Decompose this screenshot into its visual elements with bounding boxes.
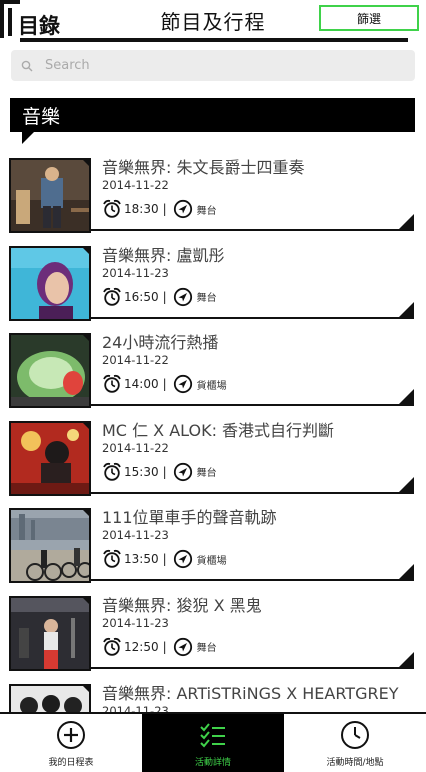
event-date: 2014-11-22: [102, 440, 169, 455]
nav-event-time-place[interactable]: 活動時間/地點: [284, 714, 426, 772]
event-item[interactable]: 音樂無界: 盧凱彤 2014-11-23 16:50 | 舞台: [0, 238, 426, 326]
event-title: 音樂無界: 狻猊 X 黑鬼: [102, 595, 262, 615]
section-title: 音樂: [22, 106, 61, 128]
list-check-icon: [200, 723, 225, 748]
meta-separator: |: [162, 289, 167, 304]
event-venue: 貨櫃場: [196, 555, 227, 567]
search-input[interactable]: [45, 58, 385, 73]
nav-label: 活動詳情: [194, 758, 231, 768]
event-meta: 12:50 | 舞台: [102, 636, 217, 658]
event-thumbnail: [9, 158, 91, 233]
event-venue: 舞台: [196, 643, 217, 655]
app-screen: 目錄 節目及行程 篩選 音樂 音樂無界: 朱文長爵士四重奏2014-11-221…: [0, 0, 426, 772]
nav-event-details[interactable]: 活動詳情: [142, 714, 284, 772]
alarm-clock-icon: [103, 462, 121, 481]
event-item[interactable]: 音樂無界: 朱文長爵士四重奏 2014-11-22 18:30 | 舞台: [0, 150, 426, 238]
event-thumbnail: [9, 245, 91, 321]
item-divider: [91, 229, 414, 231]
event-venue: 舞台: [196, 205, 217, 217]
event-thumbnail: [9, 333, 91, 409]
event-date: 2014-11-23: [102, 528, 169, 543]
filter-button[interactable]: 篩選: [319, 5, 419, 31]
event-meta: 13:50 | 貨櫃場: [102, 548, 227, 570]
section-tail: [22, 132, 34, 144]
event-time: 15:30: [124, 464, 159, 479]
event-thumbnail: [9, 420, 91, 496]
meta-separator: |: [162, 552, 167, 567]
event-thumbnail: [9, 595, 91, 671]
item-divider: [91, 404, 414, 407]
event-venue: 舞台: [196, 293, 217, 305]
item-divider: [91, 666, 414, 669]
location-arrow-icon: [173, 550, 192, 569]
event-item[interactable]: 音樂無界: ARTiSTRiNGS X HEARTGREY 2014-11-23: [0, 676, 426, 712]
event-item[interactable]: 音樂無界: 狻猊 X 黑鬼 2014-11-23 12:50 | 舞台: [0, 588, 426, 676]
corner-triangle-icon: [398, 476, 414, 493]
event-title: 24小時流行熱播: [102, 333, 219, 353]
event-list[interactable]: 音樂無界: 朱文長爵士四重奏 2014-11-22 18:30 | 舞台 音樂無界: 盧凱…: [0, 150, 426, 712]
event-venue: 舞台: [196, 468, 217, 480]
event-date: 2014-11-23: [102, 703, 169, 712]
header-bar: 目錄 節目及行程 篩選: [0, 0, 426, 46]
event-item[interactable]: 111位單車手的聲音軌跡 2014-11-23 13:50 | 貨櫃場: [0, 500, 426, 588]
search-bar[interactable]: [11, 50, 415, 81]
corner-triangle-icon: [398, 564, 414, 581]
meta-separator: |: [162, 639, 167, 654]
event-date: 2014-11-22: [102, 353, 169, 368]
location-arrow-icon: [173, 462, 192, 481]
event-meta: 14:00 | 貨櫃場: [102, 373, 227, 395]
event-thumbnail: [9, 683, 91, 712]
event-time: 12:50: [124, 639, 159, 654]
bottom-nav: 我的日程表 活動詳情 活動時間/地點: [0, 712, 426, 772]
event-date: 2014-11-23: [102, 265, 169, 280]
alarm-clock-icon: [103, 375, 121, 393]
event-time: 18:30: [124, 202, 159, 216]
event-time: 16:50: [124, 289, 159, 304]
item-divider: [91, 316, 414, 319]
alarm-clock-icon: [103, 199, 121, 218]
event-meta: 16:50 | 舞台: [102, 286, 217, 308]
section-header: 音樂: [10, 98, 415, 132]
search-icon: [21, 60, 33, 71]
nav-my-schedule[interactable]: 我的日程表: [0, 714, 142, 772]
event-item[interactable]: MC 仁 X ALOK: 香港式自行判斷 2014-11-22 15:30 | 舞台: [0, 413, 426, 501]
corner-triangle-icon: [398, 301, 414, 318]
item-divider: [91, 579, 414, 582]
event-meta: 15:30 | 舞台: [102, 461, 217, 483]
corner-triangle-icon: [398, 651, 414, 668]
corner-triangle-icon: [398, 389, 414, 406]
meta-separator: |: [162, 377, 167, 392]
location-arrow-icon: [173, 375, 192, 394]
event-time: 14:00: [124, 377, 159, 392]
plus-circle-icon: [57, 721, 85, 749]
alarm-clock-icon: [103, 550, 121, 569]
event-venue: 貨櫃場: [196, 380, 227, 392]
event-thumbnail: [9, 508, 91, 584]
alarm-clock-icon: [103, 637, 121, 656]
event-date: 2014-11-22: [102, 178, 169, 192]
meta-separator: |: [162, 464, 167, 479]
event-date: 2014-11-23: [102, 615, 169, 630]
alarm-clock-icon: [103, 287, 121, 306]
event-time: 13:50: [124, 552, 159, 567]
nav-label: 活動時間/地點: [326, 758, 384, 768]
nav-label: 我的日程表: [48, 758, 94, 768]
event-title: 音樂無界: 朱文長爵士四重奏: [102, 158, 305, 177]
location-arrow-icon: [173, 637, 192, 657]
event-title: 音樂無界: 盧凱彤: [102, 245, 225, 265]
event-title: 音樂無界: ARTiSTRiNGS X HEARTGREY: [102, 683, 399, 703]
item-divider: [91, 491, 414, 494]
event-title: 111位單車手的聲音軌跡: [102, 508, 277, 528]
location-arrow-icon: [173, 287, 192, 306]
meta-separator: |: [162, 202, 167, 216]
header-divider: [20, 38, 408, 42]
clock-icon: [341, 721, 369, 749]
event-title: MC 仁 X ALOK: 香港式自行判斷: [102, 420, 335, 440]
event-meta: 18:30 | 舞台: [102, 198, 217, 220]
location-arrow-icon: [173, 199, 192, 219]
corner-triangle-icon: [398, 214, 414, 230]
event-item[interactable]: 24小時流行熱播 2014-11-22 14:00 | 貨櫃場: [0, 325, 426, 413]
